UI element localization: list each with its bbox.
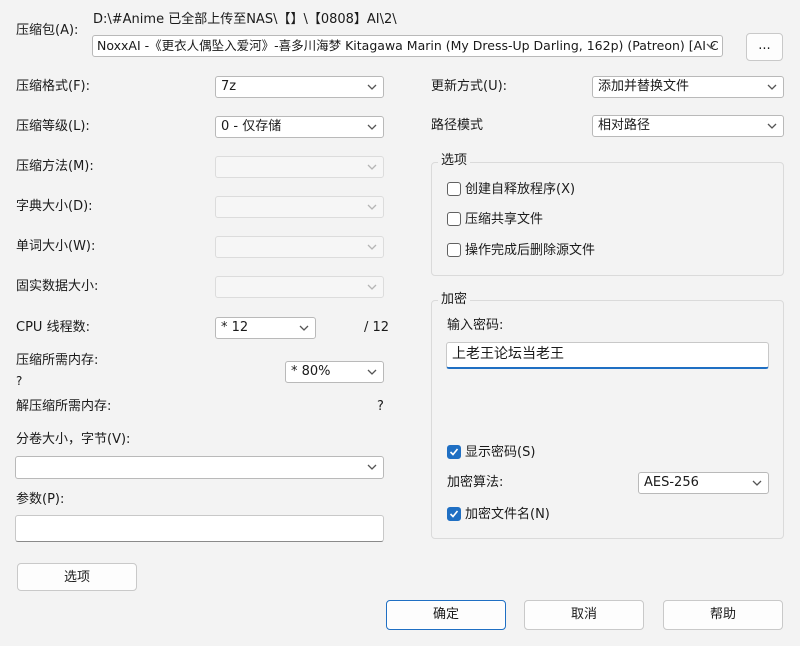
pathmode-label: 路径模式 bbox=[431, 118, 484, 133]
pathmode-value: 相对路径 bbox=[598, 118, 651, 133]
params-input[interactable] bbox=[15, 515, 384, 542]
checkmark-icon bbox=[449, 510, 459, 518]
browse-button[interactable]: ... bbox=[746, 33, 783, 61]
chevron-down-icon bbox=[767, 84, 777, 90]
volume-combo[interactable] bbox=[15, 456, 384, 479]
chevron-down-icon bbox=[367, 369, 377, 375]
checkbox-box[interactable] bbox=[447, 445, 461, 459]
method-label: 压缩方法(M): bbox=[16, 159, 94, 174]
chevron-down-icon bbox=[367, 164, 377, 170]
encryption-group bbox=[431, 300, 784, 539]
dict-combo bbox=[215, 196, 384, 218]
chevron-down-icon bbox=[752, 480, 762, 486]
password-label: 输入密码: bbox=[447, 318, 504, 333]
encryption-group-title: 加密 bbox=[438, 292, 471, 308]
cpu-value: * 12 bbox=[221, 320, 249, 335]
shared-checkbox[interactable]: 压缩共享文件 bbox=[447, 212, 543, 228]
archive-path: D:\#Anime 已全部上传至NAS\【】\【0808】AI\2\ bbox=[93, 12, 397, 27]
word-combo bbox=[215, 236, 384, 258]
password-value: 上老王论坛当老王 bbox=[452, 346, 564, 362]
chevron-down-icon[interactable] bbox=[706, 41, 716, 51]
cpu-label: CPU 线程数: bbox=[16, 320, 90, 335]
mem-compress-value: ? bbox=[16, 374, 23, 388]
algo-label: 加密算法: bbox=[447, 475, 504, 490]
password-input[interactable]: 上老王论坛当老王 bbox=[446, 342, 769, 369]
mem-compress-combo[interactable]: * 80% bbox=[285, 361, 384, 383]
pathmode-combo[interactable]: 相对路径 bbox=[592, 115, 784, 137]
solid-label: 固实数据大小: bbox=[16, 279, 99, 294]
algo-combo[interactable]: AES-256 bbox=[638, 472, 769, 494]
cpu-total: / 12 bbox=[364, 320, 390, 335]
checkmark-icon bbox=[449, 448, 459, 456]
checkbox-box[interactable] bbox=[447, 507, 461, 521]
archive-label: 压缩包(A): bbox=[16, 23, 79, 38]
options-group-title: 选项 bbox=[438, 153, 471, 169]
show-password-checkbox[interactable]: 显示密码(S) bbox=[447, 445, 535, 461]
level-combo[interactable]: 0 - 仅存储 bbox=[215, 116, 384, 138]
params-label: 参数(P): bbox=[16, 492, 65, 507]
checkbox-box[interactable] bbox=[447, 182, 461, 196]
mem-decompress-value: ? bbox=[377, 399, 384, 414]
chevron-down-icon bbox=[367, 244, 377, 250]
encrypt-names-checkbox[interactable]: 加密文件名(N) bbox=[447, 507, 550, 523]
mem-decompress-label: 解压缩所需内存: bbox=[16, 399, 112, 414]
format-combo[interactable]: 7z bbox=[215, 76, 384, 98]
volume-label: 分卷大小，字节(V): bbox=[16, 432, 131, 447]
sfx-checkbox-label: 创建自释放程序(X) bbox=[465, 182, 576, 197]
format-label: 压缩格式(F): bbox=[16, 79, 91, 94]
cpu-combo[interactable]: * 12 bbox=[215, 317, 316, 339]
show-password-label: 显示密码(S) bbox=[465, 445, 536, 460]
chevron-down-icon bbox=[367, 204, 377, 210]
method-combo bbox=[215, 156, 384, 178]
level-value: 0 - 仅存储 bbox=[221, 119, 282, 134]
level-label: 压缩等级(L): bbox=[16, 119, 90, 134]
archive-filename-combo[interactable]: NoxxAI -《更衣人偶坠入爱河》-喜多川海梦 Kitagawa Marin … bbox=[92, 35, 723, 57]
update-label: 更新方式(U): bbox=[431, 79, 508, 94]
chevron-down-icon bbox=[767, 123, 777, 129]
archive-filename-value: NoxxAI -《更衣人偶坠入爱河》-喜多川海梦 Kitagawa Marin … bbox=[97, 38, 719, 53]
update-combo[interactable]: 添加并替换文件 bbox=[592, 76, 784, 98]
format-value: 7z bbox=[221, 79, 237, 94]
chevron-down-icon bbox=[367, 284, 377, 290]
ok-button[interactable]: 确定 bbox=[386, 600, 506, 630]
sfx-checkbox[interactable]: 创建自释放程序(X) bbox=[447, 182, 575, 198]
chevron-down-icon bbox=[367, 124, 377, 130]
options-button[interactable]: 选项 bbox=[17, 563, 137, 591]
checkbox-box[interactable] bbox=[447, 212, 461, 226]
word-label: 单词大小(W): bbox=[16, 239, 96, 254]
dict-label: 字典大小(D): bbox=[16, 199, 93, 214]
update-value: 添加并替换文件 bbox=[598, 79, 690, 94]
help-button[interactable]: 帮助 bbox=[663, 600, 783, 630]
algo-value: AES-256 bbox=[644, 475, 699, 490]
solid-combo bbox=[215, 276, 384, 298]
delete-checkbox[interactable]: 操作完成后删除源文件 bbox=[447, 243, 595, 259]
shared-checkbox-label: 压缩共享文件 bbox=[465, 212, 544, 227]
chevron-down-icon bbox=[299, 325, 309, 331]
delete-checkbox-label: 操作完成后删除源文件 bbox=[465, 243, 596, 258]
checkbox-box[interactable] bbox=[447, 243, 461, 257]
cancel-button[interactable]: 取消 bbox=[524, 600, 644, 630]
mem-compress-label: 压缩所需内存: bbox=[16, 353, 99, 368]
encrypt-names-label: 加密文件名(N) bbox=[465, 507, 550, 522]
chevron-down-icon bbox=[367, 464, 377, 470]
mem-compress-percent: * 80% bbox=[291, 364, 331, 379]
chevron-down-icon bbox=[367, 84, 377, 90]
